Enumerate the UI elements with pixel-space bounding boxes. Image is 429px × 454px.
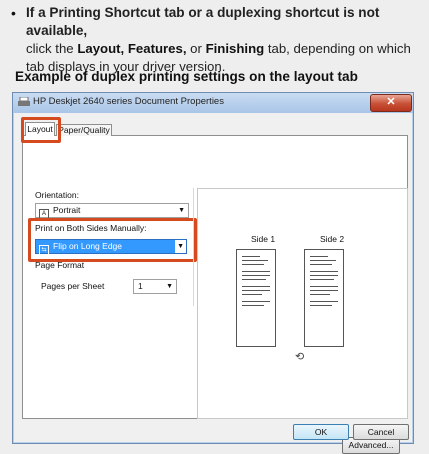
instruction-text-part: or — [186, 41, 206, 56]
preview-page-side-2 — [304, 249, 344, 347]
pages-per-sheet-label: Pages per Sheet — [41, 281, 105, 291]
bullet-icon: • — [11, 5, 16, 21]
preview-page-side-1 — [236, 249, 276, 347]
flip-rotation-icon: ⟲ — [295, 351, 305, 363]
instruction-text: If a Printing Shortcut tab or a duplexin… — [26, 4, 426, 76]
printer-icon — [18, 97, 30, 106]
close-button[interactable]: ✕ — [370, 94, 412, 112]
layout-tab-highlight — [21, 117, 61, 143]
side-2-label: Side 2 — [320, 234, 345, 244]
example-heading: Example of duplex printing settings on t… — [15, 69, 358, 84]
cancel-button[interactable]: Cancel — [353, 424, 409, 440]
instruction-text-part: tab, depending on which — [264, 41, 411, 56]
page-format-label: Page Format — [35, 260, 85, 270]
print-both-sides-highlight — [28, 218, 197, 262]
page-text-lines — [305, 250, 343, 306]
ok-button[interactable]: OK — [293, 424, 349, 440]
instruction-line-1: If a Printing Shortcut tab or a duplexin… — [26, 5, 380, 38]
close-icon: ✕ — [386, 96, 396, 108]
chevron-down-icon: ▼ — [166, 283, 173, 290]
layout-tab-panel: Orientation: A Portrait ▼ Print on Both S… — [22, 135, 408, 454]
dialog-titlebar[interactable]: HP Deskjet 2640 series Document Properti… — [13, 93, 413, 113]
pages-per-sheet-value: 1 — [138, 281, 143, 291]
pages-per-sheet-select[interactable]: 1 ▼ — [133, 279, 177, 294]
orientation-select[interactable]: A Portrait ▼ — [35, 203, 189, 220]
divider — [193, 188, 194, 306]
instruction-line-2: click the Layout, Features, or Finishing… — [26, 40, 426, 58]
dialog-title: HP Deskjet 2640 series Document Properti… — [33, 96, 224, 107]
tab-paper-quality[interactable]: Paper/Quality — [56, 124, 112, 136]
chevron-down-icon: ▼ — [178, 207, 185, 214]
duplex-preview: Side 1 Side 2 ⟲ — [197, 188, 408, 419]
orientation-value: Portrait — [53, 205, 81, 215]
side-1-label: Side 1 — [251, 234, 276, 244]
instruction-bold-layout: Layout, Features, — [77, 41, 187, 56]
instruction-bold-finishing: Finishing — [205, 41, 265, 56]
document-properties-dialog: HP Deskjet 2640 series Document Properti… — [12, 92, 414, 454]
page-text-lines — [237, 250, 275, 306]
orientation-label: Orientation: — [35, 190, 79, 200]
instruction-text-part: click the — [26, 41, 78, 56]
